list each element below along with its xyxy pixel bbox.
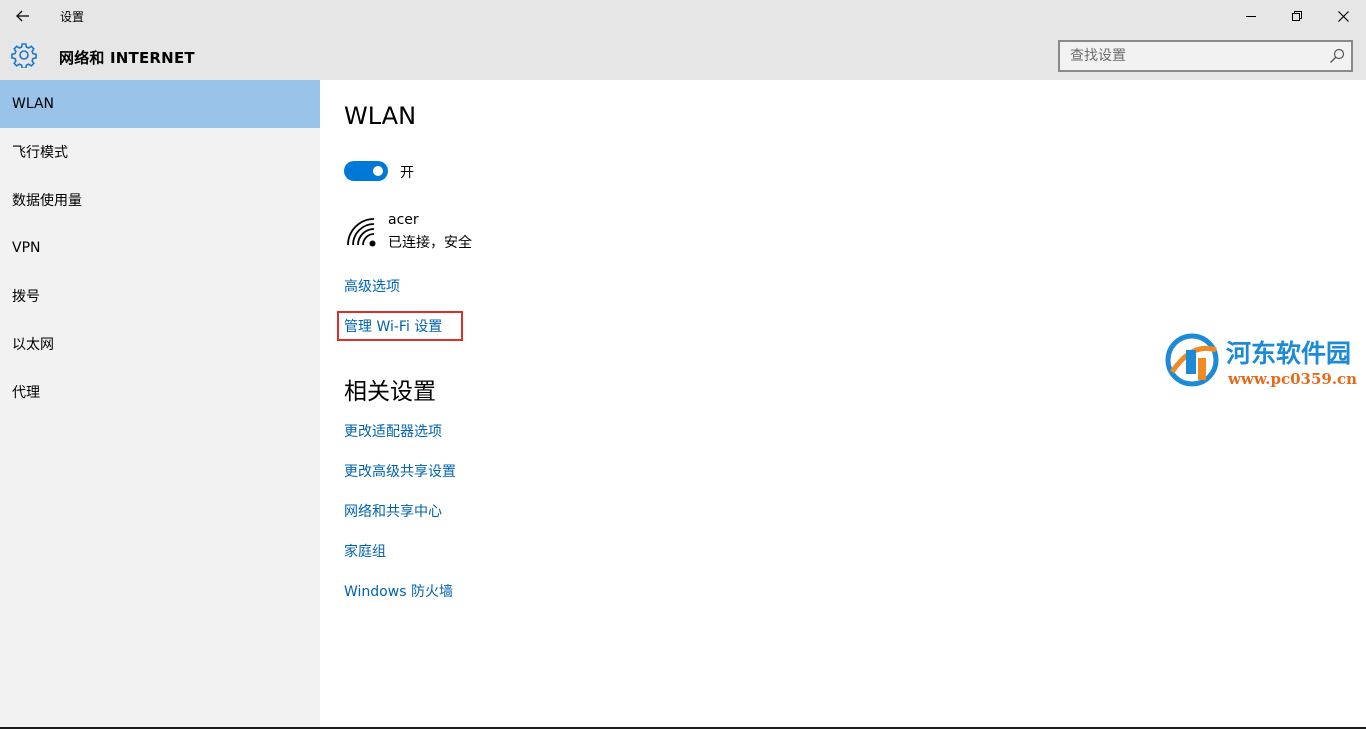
close-icon	[1337, 10, 1349, 22]
sidebar-item-ethernet[interactable]: 以太网	[0, 320, 320, 368]
page-header: 网络和 INTERNET	[0, 32, 1366, 80]
search-input[interactable]	[1060, 42, 1322, 70]
sidebar-item-vpn[interactable]: VPN	[0, 224, 320, 272]
watermark: 河东软件园 www.pc0359.cn	[1164, 332, 1364, 392]
sidebar-item-proxy[interactable]: 代理	[0, 368, 320, 416]
back-button[interactable]	[10, 4, 36, 28]
window-title: 设置	[60, 10, 85, 24]
network-status: 已连接，安全	[388, 235, 472, 251]
network-name[interactable]: acer	[388, 212, 419, 228]
restore-button[interactable]	[1274, 0, 1320, 32]
sidebar-nav: WLAN 飞行模式 数据使用量 VPN 拨号 以太网 代理	[0, 80, 320, 729]
sidebar-item-label: 拨号	[12, 289, 40, 305]
wifi-signal-icon[interactable]	[346, 217, 378, 247]
sidebar-item-airplane-mode[interactable]: 飞行模式	[0, 128, 320, 176]
change-adapter-options-link[interactable]: 更改适配器选项	[344, 421, 442, 441]
windows-firewall-link[interactable]: Windows 防火墙	[344, 581, 453, 601]
watermark-title: 河东软件园	[1226, 339, 1352, 368]
sidebar-item-label: 飞行模式	[12, 145, 68, 161]
toggle-state-label: 开	[400, 165, 414, 181]
network-sharing-center-link[interactable]: 网络和共享中心	[344, 501, 442, 521]
sidebar-item-data-usage[interactable]: 数据使用量	[0, 176, 320, 224]
minimize-button[interactable]	[1228, 0, 1274, 32]
sidebar-item-label: 数据使用量	[12, 193, 82, 209]
highlight-annotation	[337, 311, 463, 341]
minimize-icon	[1246, 16, 1256, 17]
sidebar-item-dialup[interactable]: 拨号	[0, 272, 320, 320]
gear-icon	[11, 43, 37, 68]
sidebar-item-label: VPN	[12, 240, 41, 256]
toggle-knob	[373, 166, 383, 176]
watermark-logo-icon	[1165, 333, 1219, 387]
advanced-options-link[interactable]: 高级选项	[344, 276, 400, 296]
watermark-url: www.pc0359.cn	[1228, 370, 1358, 388]
sidebar-item-label: 以太网	[12, 337, 54, 353]
wlan-toggle[interactable]	[344, 161, 388, 181]
page-title: 网络和 INTERNET	[59, 49, 195, 67]
back-arrow-icon	[16, 10, 29, 22]
sidebar-item-label: WLAN	[12, 96, 55, 112]
section-heading: WLAN	[344, 102, 417, 130]
maximize-icon	[1292, 11, 1302, 21]
change-advanced-sharing-link[interactable]: 更改高级共享设置	[344, 461, 456, 481]
search-icon[interactable]	[1329, 48, 1345, 64]
main-content: WLAN 开 acer 已连接，安全 高级选项 管理 Wi-Fi 设置 相关设置…	[320, 80, 1366, 729]
sidebar-item-wlan[interactable]: WLAN	[0, 80, 320, 128]
related-settings-heading: 相关设置	[344, 379, 436, 405]
title-bar: 设置	[0, 0, 1366, 32]
search-box[interactable]	[1058, 40, 1353, 72]
sidebar-item-label: 代理	[12, 385, 40, 401]
homegroup-link[interactable]: 家庭组	[344, 541, 386, 561]
close-button[interactable]	[1320, 0, 1366, 32]
